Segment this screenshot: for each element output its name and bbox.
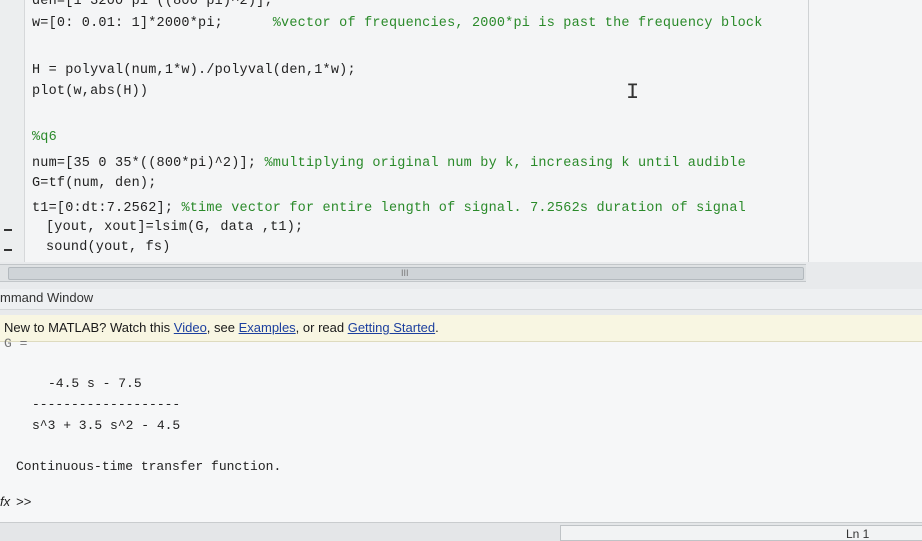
scrollbar-grip-icon: III bbox=[401, 268, 409, 278]
notice-text: New to MATLAB? Watch this bbox=[4, 320, 174, 335]
code-line-5[interactable]: %q6 bbox=[32, 130, 57, 145]
code-line-9[interactable]: [yout, xout]=lsim(G, data ,t1); bbox=[46, 220, 303, 235]
code-line-7[interactable]: G=tf(num, den); bbox=[32, 176, 157, 191]
editor-right-margin bbox=[808, 0, 809, 262]
code-line-6[interactable]: num=[35 0 35*((800*pi)^2)]; %multiplying… bbox=[32, 156, 746, 171]
getting-started-link[interactable]: Getting Started bbox=[348, 320, 435, 335]
code-line-4[interactable]: plot(w,abs(H)) bbox=[32, 84, 148, 99]
command-prompt[interactable]: fx >> bbox=[0, 494, 31, 509]
code-line-2[interactable]: w=[0: 0.01: 1]*2000*pi; %vector of frequ… bbox=[32, 16, 763, 31]
editor-horizontal-scrollbar[interactable]: III bbox=[0, 264, 806, 282]
code-editor[interactable]: den=[1 3200*pi ((800*pi)^2)]; w=[0: 0.01… bbox=[0, 0, 922, 262]
code-line-8[interactable]: t1=[0:dt:7.2562]; %time vector for entir… bbox=[32, 201, 746, 216]
function-browser-icon[interactable]: fx bbox=[0, 494, 10, 509]
code-fold-marker bbox=[4, 249, 12, 251]
code-line-3[interactable]: H = polyval(num,1*w)./polyval(den,1*w); bbox=[32, 63, 356, 78]
command-window-title-bar[interactable]: mmand Window bbox=[0, 289, 922, 310]
output-var-label: G = bbox=[4, 336, 28, 351]
output-numerator: -4.5 s - 7.5 bbox=[48, 376, 142, 391]
output-description: Continuous-time transfer function. bbox=[16, 459, 282, 474]
examples-link[interactable]: Examples bbox=[239, 320, 296, 335]
code-line-10[interactable]: sound(yout, fs) bbox=[46, 240, 171, 255]
code-line-1[interactable]: den=[1 3200*pi ((800*pi)^2)]; bbox=[32, 0, 273, 9]
output-divider: ------------------- bbox=[32, 397, 181, 412]
prompt-symbol: >> bbox=[16, 494, 32, 509]
new-user-notice-bar: New to MATLAB? Watch this Video, see Exa… bbox=[0, 315, 922, 342]
code-fold-marker bbox=[4, 229, 12, 231]
code-comment: %time vector for entire length of signal… bbox=[181, 201, 746, 216]
output-denominator: s^3 + 3.5 s^2 - 4.5 bbox=[32, 418, 181, 433]
code-comment: %multiplying original num by k, increasi… bbox=[264, 156, 746, 171]
command-window-title: mmand Window bbox=[0, 290, 94, 305]
editor-gutter bbox=[0, 0, 25, 262]
scrollbar-thumb[interactable]: III bbox=[8, 267, 804, 280]
code-comment: %q6 bbox=[32, 130, 57, 145]
video-link[interactable]: Video bbox=[174, 320, 207, 335]
status-bar: Ln 1 bbox=[0, 522, 922, 541]
command-window-output[interactable]: G = -4.5 s - 7.5 ------------------- s^3… bbox=[0, 336, 922, 524]
text-cursor-icon: I bbox=[626, 80, 640, 105]
code-comment: %vector of frequencies, 2000*pi is past … bbox=[272, 16, 763, 31]
cursor-position: Ln 1 bbox=[846, 527, 870, 541]
